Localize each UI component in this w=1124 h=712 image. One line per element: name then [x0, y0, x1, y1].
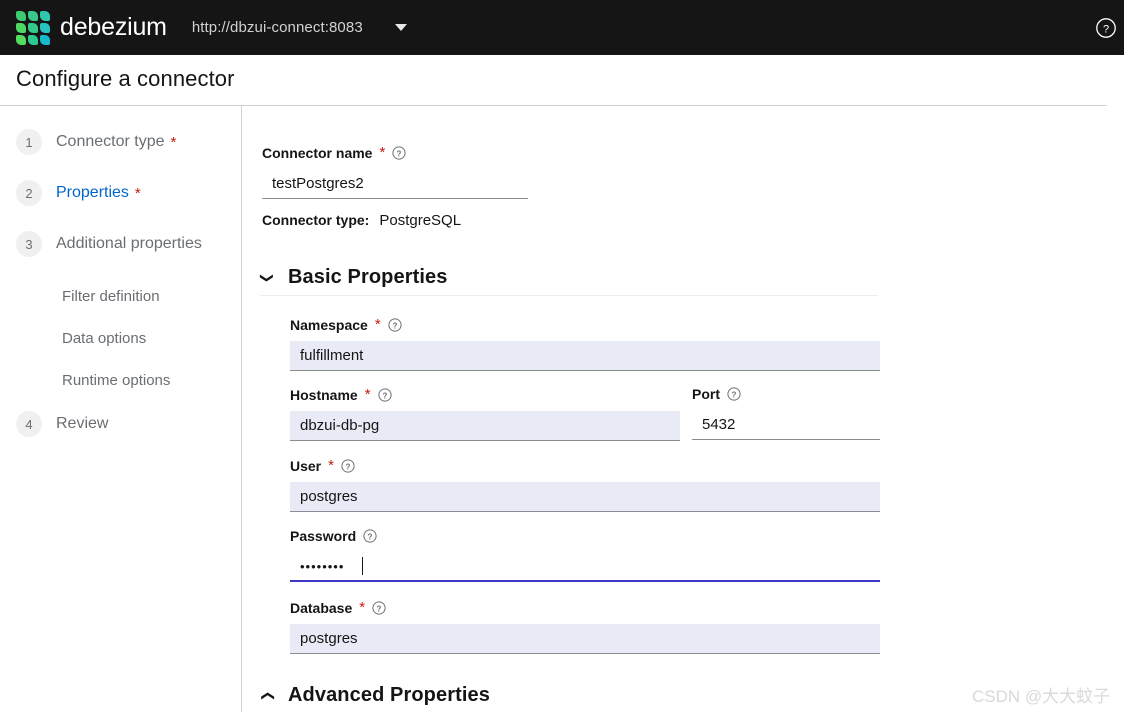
logo-cell — [40, 11, 50, 21]
step-label: Review — [56, 415, 108, 433]
help-circle-icon[interactable]: ? — [363, 529, 377, 543]
basic-properties-divider — [260, 295, 878, 296]
port-label: Port ? — [692, 386, 880, 402]
chevron-down-icon: ❯ — [259, 271, 275, 285]
connector-type-value: PostgreSQL — [379, 212, 461, 229]
basic-properties-section-header[interactable]: ❯ Basic Properties — [260, 266, 447, 289]
required-marker: * — [365, 386, 371, 403]
chevron-right-icon: ❯ — [259, 689, 275, 703]
connector-name-label: Connector name * ? — [262, 144, 528, 161]
logo-cell — [16, 23, 26, 33]
svg-text:?: ? — [392, 321, 397, 330]
required-marker: * — [135, 185, 141, 202]
help-circle-icon[interactable]: ? — [372, 601, 386, 615]
connector-type-label: Connector type: — [262, 212, 369, 228]
wizard-step-review[interactable]: 4 Review — [16, 412, 108, 436]
user-label: User * ? — [290, 457, 880, 474]
cluster-selector[interactable]: http://dbzui-connect:8083 — [192, 19, 407, 36]
logo-cell — [28, 35, 38, 45]
port-input[interactable] — [692, 410, 880, 440]
svg-text:?: ? — [346, 462, 351, 471]
csdn-watermark: CSDN @大大蚊子 — [972, 682, 1110, 707]
svg-text:?: ? — [368, 532, 373, 541]
label-text: Hostname — [290, 387, 358, 403]
step-number: 2 — [16, 180, 42, 206]
help-circle-icon[interactable]: ? — [392, 146, 406, 160]
user-field-group: User * ? — [290, 457, 880, 512]
advanced-properties-section-header[interactable]: ❯ Advanced Properties — [260, 684, 490, 707]
password-field-group: Password ? — [290, 528, 880, 582]
help-circle-icon[interactable]: ? — [727, 387, 741, 401]
required-marker: * — [328, 457, 334, 474]
port-field-group: Port ? — [692, 386, 880, 440]
password-label: Password ? — [290, 528, 880, 544]
chevron-down-icon — [395, 24, 407, 31]
svg-text:?: ? — [732, 390, 737, 399]
label-text: Port — [692, 386, 720, 402]
logo-cell — [16, 35, 26, 45]
wizard-step-properties[interactable]: 2 Properties * — [16, 181, 141, 205]
section-title: Basic Properties — [288, 266, 447, 289]
logo-cell — [16, 11, 26, 21]
logo-cell — [28, 11, 38, 21]
connector-name-field-group: Connector name * ? — [262, 144, 528, 199]
section-title: Advanced Properties — [288, 684, 490, 707]
hostname-input[interactable] — [290, 411, 680, 441]
database-input[interactable] — [290, 624, 880, 654]
label-text: Namespace — [290, 317, 368, 333]
label-text: Password — [290, 528, 356, 544]
cluster-url-label: http://dbzui-connect:8083 — [192, 19, 363, 36]
required-marker: * — [375, 316, 381, 333]
logo-cell — [40, 35, 50, 45]
namespace-field-group: Namespace * ? — [290, 316, 880, 371]
label-text: Database — [290, 600, 352, 616]
label-text: Connector name — [262, 145, 372, 161]
database-field-group: Database * ? — [290, 599, 880, 654]
label-text: User — [290, 458, 321, 474]
step-label: Connector type — [56, 133, 165, 151]
svg-text:?: ? — [377, 604, 382, 613]
wizard-substep-data-options[interactable]: Data options — [62, 330, 146, 347]
logo-cell — [28, 23, 38, 33]
brand-name: debezium — [60, 13, 167, 42]
wizard-step-connector-type[interactable]: 1 Connector type * — [16, 130, 176, 154]
masthead: debezium http://dbzui-connect:8083 ? — [0, 0, 1124, 55]
help-circle-icon[interactable]: ? — [1095, 17, 1117, 39]
database-label: Database * ? — [290, 599, 880, 616]
wizard-substep-runtime-options[interactable]: Runtime options — [62, 372, 170, 389]
help-circle-icon[interactable]: ? — [378, 388, 392, 402]
hostname-label: Hostname * ? — [290, 386, 680, 403]
step-label: Properties — [56, 184, 129, 202]
logo-cell — [40, 23, 50, 33]
required-marker: * — [359, 599, 365, 616]
step-number: 4 — [16, 411, 42, 437]
step-label: Additional properties — [56, 235, 202, 253]
required-marker: * — [379, 144, 385, 161]
step-number: 3 — [16, 231, 42, 257]
namespace-input[interactable] — [290, 341, 880, 371]
svg-text:?: ? — [382, 391, 387, 400]
svg-text:?: ? — [397, 149, 402, 158]
wizard-substep-filter-definition[interactable]: Filter definition — [62, 288, 160, 305]
hostname-field-group: Hostname * ? — [290, 386, 680, 441]
wizard-nav: 1 Connector type * 2 Properties * 3 Addi… — [0, 106, 241, 712]
svg-text:?: ? — [1103, 23, 1109, 35]
step-number: 1 — [16, 129, 42, 155]
user-input[interactable] — [290, 482, 880, 512]
namespace-label: Namespace * ? — [290, 316, 880, 333]
password-input[interactable] — [290, 552, 880, 582]
debezium-grid-logo-icon — [16, 11, 50, 45]
connector-form-panel: Connector name * ? Connector type: Postg… — [242, 106, 1124, 712]
text-caret — [362, 557, 363, 575]
page-title: Configure a connector — [16, 66, 235, 92]
help-circle-icon[interactable]: ? — [388, 318, 402, 332]
required-marker: * — [171, 134, 177, 151]
help-circle-icon[interactable]: ? — [341, 459, 355, 473]
brand-logo[interactable]: debezium — [16, 11, 167, 45]
connector-type-readout: Connector type: PostgreSQL — [262, 212, 461, 229]
connector-name-input[interactable] — [262, 169, 528, 199]
wizard-step-additional-properties[interactable]: 3 Additional properties — [16, 232, 202, 256]
